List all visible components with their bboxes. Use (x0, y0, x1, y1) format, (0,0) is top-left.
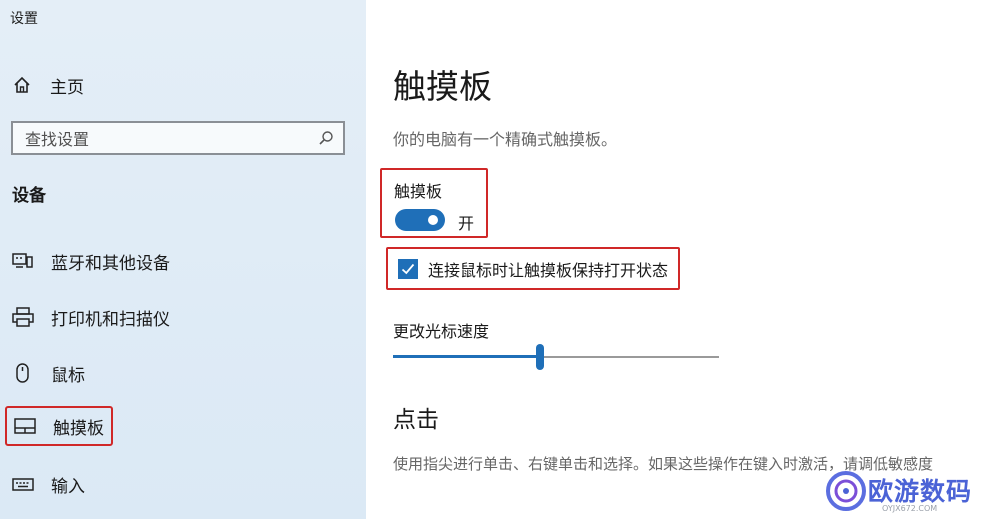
toggle-knob (428, 215, 438, 225)
section-label-devices: 设备 (12, 186, 46, 206)
sidebar-item-bluetooth[interactable]: 蓝牙和其他设备 (12, 247, 170, 275)
window-title: 设置 (10, 11, 38, 27)
touchpad-toggle-label: 触摸板 (394, 182, 443, 201)
home-nav-item[interactable]: 主页 (12, 72, 84, 98)
watermark-subtext: OYJX672.COM (882, 504, 938, 513)
sidebar-item-label: 打印机和扫描仪 (51, 309, 170, 330)
touchpad-toggle-group: 触摸板 开 (380, 168, 488, 238)
settings-search[interactable]: 查找设置 (11, 121, 345, 155)
keep-touchpad-on-option[interactable]: 连接鼠标时让触摸板保持打开状态 (386, 247, 680, 290)
sidebar-item-label: 鼠标 (51, 365, 85, 386)
sidebar: 设置 主页 查找设置 设备 蓝牙和其他设备 打印机和扫描仪 鼠标 触摸板 输入 (0, 0, 366, 519)
watermark-emblem-icon (826, 471, 866, 511)
slider-track-remaining (540, 356, 719, 358)
touchpad-toggle-switch[interactable] (395, 209, 445, 231)
sidebar-item-label: 蓝牙和其他设备 (51, 253, 170, 274)
sidebar-item-mouse[interactable]: 鼠标 (12, 359, 85, 387)
keep-touchpad-on-label: 连接鼠标时让触摸板保持打开状态 (428, 260, 669, 280)
page-title: 触摸板 (393, 67, 492, 106)
click-section-title: 点击 (393, 407, 439, 433)
watermark-text: 欧游数码 (868, 477, 973, 506)
sidebar-item-touchpad[interactable]: 触摸板 (5, 406, 113, 446)
sidebar-item-printers[interactable]: 打印机和扫描仪 (12, 303, 170, 331)
printer-icon (12, 307, 34, 327)
search-icon[interactable] (309, 130, 343, 146)
checkmark-icon (401, 263, 415, 274)
home-label: 主页 (50, 77, 84, 98)
slider-thumb[interactable] (536, 344, 544, 370)
search-input[interactable]: 查找设置 (13, 126, 309, 150)
sidebar-item-typing[interactable]: 输入 (12, 470, 85, 498)
touchpad-icon (14, 418, 36, 434)
toggle-state-text: 开 (458, 214, 475, 233)
sidebar-item-label: 输入 (51, 476, 85, 497)
keep-touchpad-on-checkbox[interactable] (398, 258, 418, 279)
home-icon (14, 76, 30, 93)
bluetooth-devices-icon (12, 253, 33, 268)
cursor-speed-slider[interactable] (393, 344, 719, 370)
page-description: 你的电脑有一个精确式触摸板。 (393, 130, 618, 149)
watermark-logo: 欧游数码 OYJX672.COM (822, 466, 998, 516)
sidebar-item-label: 触摸板 (53, 418, 104, 439)
keyboard-icon (12, 478, 34, 491)
mouse-icon (16, 363, 29, 383)
cursor-speed-label: 更改光标速度 (393, 322, 490, 341)
slider-track-filled (393, 355, 540, 358)
